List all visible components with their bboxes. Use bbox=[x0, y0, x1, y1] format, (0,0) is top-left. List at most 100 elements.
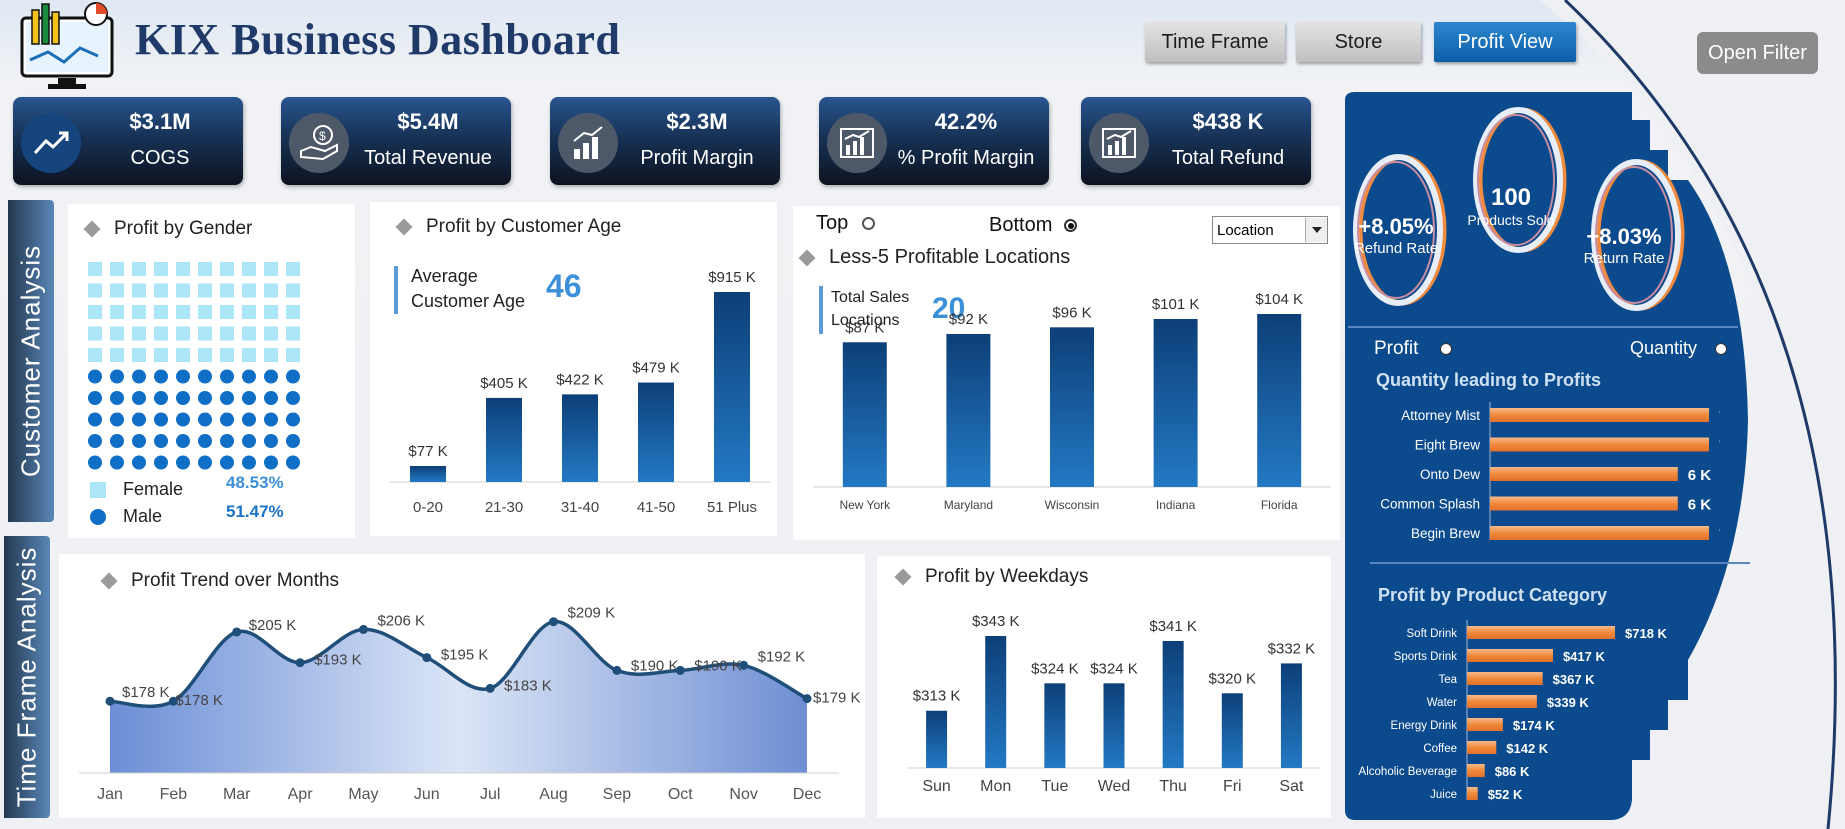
female-square bbox=[198, 305, 212, 319]
bar bbox=[1221, 693, 1243, 768]
x-tick-label: Florida bbox=[1261, 498, 1298, 512]
male-dot bbox=[132, 412, 146, 427]
bar-value-label: $313 K bbox=[913, 688, 961, 705]
female-square bbox=[286, 348, 300, 362]
data-point bbox=[105, 696, 115, 706]
chart-board-icon bbox=[1089, 113, 1149, 173]
male-dot bbox=[154, 455, 168, 470]
data-point bbox=[549, 617, 559, 627]
kpi-label: COGS bbox=[130, 147, 190, 169]
page-title: KIX Business Dashboard bbox=[135, 15, 621, 64]
female-square bbox=[264, 305, 278, 319]
bar-value-label: $104 K bbox=[1255, 291, 1303, 308]
products-sold-value: 100 bbox=[1490, 184, 1532, 211]
x-tick-label: 51 Plus bbox=[707, 499, 757, 516]
female-square bbox=[88, 305, 102, 319]
male-dot bbox=[242, 369, 256, 384]
quantity-toggle-label: Quantity bbox=[1630, 338, 1698, 358]
male-dot bbox=[110, 412, 124, 427]
bar-value-label: $422 K bbox=[556, 371, 604, 388]
female-square bbox=[132, 348, 146, 362]
gender-title-text: Profit by Gender bbox=[114, 218, 253, 239]
age-bar-chart: $77 K 0-20 $405 K 21-30 $422 K 31-40 $479 K 41-… bbox=[390, 269, 770, 516]
x-tick-label: Indiana bbox=[1156, 498, 1196, 512]
bar bbox=[1050, 327, 1094, 487]
female-square bbox=[286, 305, 300, 319]
time-frame-button[interactable]: Time Frame bbox=[1145, 22, 1285, 62]
x-tick-label: Sep bbox=[603, 786, 632, 803]
male-dot bbox=[176, 455, 190, 470]
data-label: $206 K bbox=[377, 612, 425, 629]
bar bbox=[1257, 314, 1302, 487]
male-dot bbox=[264, 369, 278, 384]
male-dot bbox=[264, 434, 278, 448]
profit-toggle[interactable]: Profit bbox=[1374, 338, 1453, 360]
female-square bbox=[286, 283, 300, 298]
data-point bbox=[358, 624, 368, 634]
return-rate-label: Return Rate bbox=[1583, 250, 1665, 267]
female-square bbox=[110, 348, 124, 362]
category-label: Coffee bbox=[1423, 743, 1457, 755]
kpi-value: $2.3M bbox=[666, 109, 728, 134]
bar-value-label: $367 K bbox=[1553, 672, 1596, 687]
bar-value-label: $52 K bbox=[1488, 787, 1523, 802]
female-square bbox=[242, 262, 256, 276]
bar bbox=[1467, 764, 1485, 777]
female-square bbox=[154, 283, 168, 298]
female-square bbox=[176, 326, 190, 341]
data-label: $192 K bbox=[758, 648, 806, 665]
months-area-chart: $178 K Jan $178 K Feb $205 K Mar $193 K Apr $206… bbox=[79, 605, 861, 803]
time-frame-analysis-tab[interactable]: Time Frame Analysis bbox=[4, 536, 50, 818]
female-square bbox=[132, 326, 146, 341]
female-square bbox=[264, 262, 278, 276]
bar bbox=[1490, 437, 1710, 452]
female-square bbox=[242, 305, 256, 319]
x-tick-label: Tue bbox=[1041, 778, 1068, 795]
x-tick-label: Mon bbox=[980, 778, 1011, 795]
male-dot bbox=[264, 391, 278, 405]
female-square bbox=[264, 326, 278, 341]
bar-value-label: $96 K bbox=[1052, 304, 1091, 321]
x-tick-label: Jun bbox=[414, 786, 440, 803]
kpi-label: Total Revenue bbox=[364, 147, 492, 169]
female-square bbox=[220, 326, 234, 341]
quantity-radio[interactable] bbox=[1715, 342, 1728, 355]
female-square bbox=[220, 348, 234, 362]
female-square bbox=[110, 262, 124, 276]
store-button[interactable]: Store bbox=[1296, 22, 1421, 62]
male-dot bbox=[220, 391, 234, 405]
male-dot bbox=[198, 391, 212, 405]
chart-board-icon bbox=[827, 113, 887, 173]
male-dot bbox=[110, 369, 124, 384]
bar bbox=[1467, 626, 1615, 639]
category-label: Tea bbox=[1438, 674, 1457, 686]
data-point bbox=[295, 658, 305, 668]
profit-view-button[interactable]: Profit View bbox=[1434, 22, 1576, 62]
quantity-toggle[interactable]: Quantity bbox=[1630, 338, 1728, 359]
profit-toggle-label: Profit bbox=[1374, 338, 1419, 359]
bar-value-label: $718 K bbox=[1625, 626, 1668, 641]
bar bbox=[1467, 649, 1553, 662]
profit-radio[interactable] bbox=[1440, 343, 1453, 355]
male-dot bbox=[132, 391, 146, 405]
data-point bbox=[422, 653, 432, 663]
bar bbox=[714, 292, 750, 482]
female-square bbox=[88, 262, 102, 276]
open-filter-button[interactable]: Open Filter bbox=[1697, 32, 1818, 74]
bar bbox=[842, 342, 887, 487]
bar-value-label: $915 K bbox=[708, 269, 756, 286]
category-bar-chart: Soft Drink $718 K Sports Drink $417 K Tea $36… bbox=[1359, 620, 1668, 802]
bar-value-label: $339 K bbox=[1547, 695, 1590, 710]
months-panel: Profit Trend over Months $178 K Jan $178 K… bbox=[59, 554, 865, 818]
kpi-card-profit-margin: $2.3M Profit Margin bbox=[550, 97, 780, 185]
return-rate-value: +8.03% bbox=[1586, 224, 1662, 249]
data-label: $195 K bbox=[441, 647, 489, 664]
kpi-card-total-refund: $438 K Total Refund bbox=[1081, 97, 1311, 185]
female-square bbox=[198, 262, 212, 276]
bar-value-label: $86 K bbox=[1495, 764, 1530, 779]
bar-value-label: $324 K bbox=[1090, 660, 1138, 677]
male-dot bbox=[286, 434, 300, 448]
locations-bar-chart: $87 K New York $92 K Maryland $96 K Wisconsin… bbox=[813, 291, 1331, 512]
bar bbox=[1467, 695, 1537, 708]
customer-analysis-tab[interactable]: Customer Analysis bbox=[8, 200, 54, 522]
